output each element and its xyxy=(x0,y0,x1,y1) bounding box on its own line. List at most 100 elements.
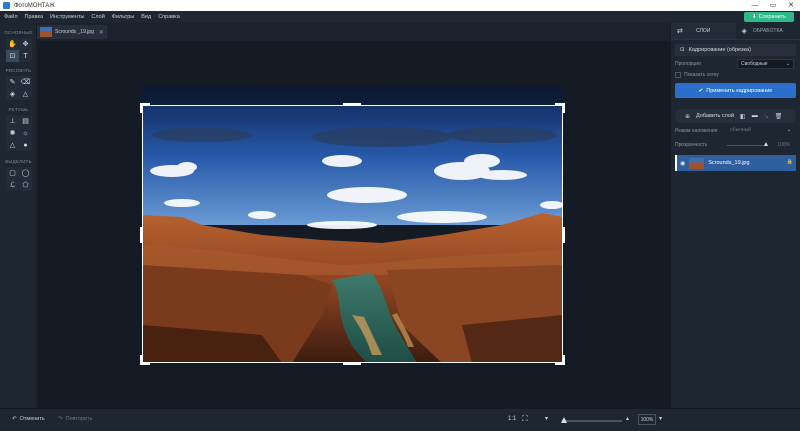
tool-group-basic: ✋ ✥ ⊡ T xyxy=(6,38,32,62)
menu-layer[interactable]: Слой xyxy=(91,14,104,20)
lock-icon[interactable]: 🔒 xyxy=(787,159,793,165)
proportions-value: Свободные xyxy=(741,61,768,67)
opacity-row: Прозрачность 100% xyxy=(675,140,796,150)
layers-tab-icon: ⇄ xyxy=(677,28,683,35)
processing-tab-icon: ◈ xyxy=(741,28,747,35)
gradient-tool-icon[interactable]: △ xyxy=(19,88,32,100)
left-toolbar: ОСНОВНЫЕ ✋ ✥ ⊡ T РИСОВАТЬ ✎ ⌫ ◈ △ РЕТУШЬ… xyxy=(0,23,37,408)
layer-thumbnail xyxy=(689,157,705,169)
tool-group-select: ▢ ◯ ℒ ⬠ xyxy=(6,167,32,191)
opacity-slider-track[interactable] xyxy=(727,145,767,146)
document-tabs: Scrounds _19.jpg ✕ xyxy=(37,23,670,41)
crop-handle-top-right-v[interactable] xyxy=(562,103,565,113)
add-layer-label[interactable]: Добавить слой xyxy=(696,113,734,119)
duplicate-layer-icon[interactable]: ◧ xyxy=(740,113,746,120)
zoom-out-icon[interactable]: ▾ xyxy=(545,415,548,422)
delete-layer-icon[interactable]: 🗑 xyxy=(775,113,783,120)
blend-mode-label: Режим наложения xyxy=(675,128,718,134)
polygon-lasso-icon[interactable]: ⬠ xyxy=(19,179,32,191)
window-controls: — ▭ ✕ xyxy=(746,0,800,11)
redo-icon: ↷ xyxy=(58,416,63,422)
blend-mode-select[interactable]: обычный ⌄ xyxy=(727,126,794,136)
canvas-area[interactable] xyxy=(38,41,670,408)
document-tab[interactable]: Scrounds _19.jpg ✕ xyxy=(37,25,107,39)
patch-tool-icon[interactable]: ▤ xyxy=(19,115,32,127)
proportions-select[interactable]: Свободные ⌄ xyxy=(737,59,794,69)
tab-layers[interactable]: ⇄ СЛОИ xyxy=(671,23,736,39)
lasso-select-icon[interactable]: ℒ xyxy=(6,179,19,191)
ellipse-select-icon[interactable]: ◯ xyxy=(19,167,32,179)
save-label: Сохранить xyxy=(758,14,786,20)
crop-section-title: Кадрирование (обрезка) xyxy=(688,47,751,53)
zoom-dropdown-icon[interactable]: ▾ xyxy=(659,415,662,422)
zoom-slider-knob[interactable] xyxy=(560,417,567,423)
lighten-tool-icon[interactable]: ✺ xyxy=(6,127,19,139)
menu-help[interactable]: Справка xyxy=(158,14,180,20)
apply-crop-button[interactable]: ✔ Применить кадрирование xyxy=(675,83,796,98)
actual-size-button[interactable]: 1:1 xyxy=(508,416,516,422)
menu-filters[interactable]: Фильтры xyxy=(112,14,134,20)
zoom-slider-track[interactable] xyxy=(562,420,622,422)
chevron-down-icon: ⌄ xyxy=(785,61,790,67)
crop-handle-top-left-v[interactable] xyxy=(140,103,143,113)
crop-tool-icon[interactable]: ⊡ xyxy=(6,50,19,62)
redo-button[interactable]: ↷ Повторить xyxy=(58,416,92,422)
fill-tool-icon[interactable]: ◈ xyxy=(6,88,19,100)
crop-handle-top[interactable] xyxy=(343,103,361,106)
darken-tool-icon[interactable]: ☼ xyxy=(19,127,32,139)
tool-group-label-draw: РИСОВАТЬ xyxy=(5,68,32,73)
tool-group-label-retouch: РЕТУШЬ xyxy=(8,107,29,112)
tab-processing-label: ОБРАБОТКА xyxy=(752,28,783,34)
tool-group-draw: ✎ ⌫ ◈ △ xyxy=(6,76,32,100)
undo-button[interactable]: ↶ Отменить xyxy=(12,416,45,422)
show-grid-row[interactable]: Показать сетку xyxy=(675,72,796,78)
fit-screen-icon[interactable]: ⛶ xyxy=(522,414,528,424)
menu-view[interactable]: Вид xyxy=(141,14,151,20)
canyon-photo[interactable] xyxy=(142,85,563,363)
menu-file[interactable]: Файл xyxy=(4,14,18,20)
crop-handle-right[interactable] xyxy=(562,227,565,243)
right-panel-tabs: ⇄ СЛОИ ◈ ОБРАБОТКА xyxy=(671,23,800,40)
brush-tool-icon[interactable]: ✎ xyxy=(6,76,19,88)
rect-select-icon[interactable]: ▢ xyxy=(6,167,19,179)
blur-tool-icon[interactable]: ● xyxy=(19,139,32,151)
zoom-value-field[interactable]: 100% xyxy=(638,414,656,425)
crop-handle-bottom[interactable] xyxy=(343,362,361,365)
text-tool-icon[interactable]: T xyxy=(19,50,32,62)
proportions-label: Пропорции xyxy=(675,61,701,67)
title-bar: ФотоМОНТАЖ — ▭ ✕ xyxy=(0,0,800,11)
show-grid-checkbox[interactable] xyxy=(675,72,681,78)
minimize-button[interactable]: — xyxy=(746,0,764,11)
save-icon: ⬇ xyxy=(752,14,757,20)
merge-layer-icon[interactable]: ↘ xyxy=(764,113,769,120)
crop-handle-bottom-left-v[interactable] xyxy=(140,355,143,365)
sharpen-tool-icon[interactable]: △ xyxy=(6,139,19,151)
blend-mode-row: Режим наложения обычный ⌄ xyxy=(675,126,796,137)
tool-group-label-basic: ОСНОВНЫЕ xyxy=(4,30,33,35)
add-layer-icon[interactable]: ⊕ xyxy=(685,113,690,120)
stamp-tool-icon[interactable]: ⊥ xyxy=(6,115,19,127)
tab-processing[interactable]: ◈ ОБРАБОТКА xyxy=(736,23,800,39)
move-tool-icon[interactable]: ✥ xyxy=(19,38,32,50)
tab-layers-label: СЛОИ xyxy=(696,28,711,34)
crop-handle-left[interactable] xyxy=(140,227,143,243)
folder-icon[interactable]: ▬ xyxy=(752,113,758,119)
apply-crop-label: Применить кадрирование xyxy=(706,87,773,94)
opacity-value: 100% xyxy=(777,142,790,148)
menu-tools[interactable]: Инструменты xyxy=(50,14,84,20)
eraser-tool-icon[interactable]: ⌫ xyxy=(19,76,32,88)
close-window-button[interactable]: ✕ xyxy=(782,0,800,11)
opacity-slider-knob[interactable] xyxy=(764,142,768,146)
undo-label: Отменить xyxy=(19,416,45,422)
eye-icon[interactable]: ◉ xyxy=(680,160,685,167)
menu-edit[interactable]: Правка xyxy=(25,14,44,20)
show-grid-label: Показать сетку xyxy=(684,72,719,78)
crop-handle-bottom-right-v[interactable] xyxy=(562,355,565,365)
maximize-button[interactable]: ▭ xyxy=(764,0,782,11)
close-tab-icon[interactable]: ✕ xyxy=(99,29,104,36)
layer-item[interactable]: ◉ Scrounds_19.jpg 🔒 xyxy=(675,155,796,171)
save-button[interactable]: ⬇ Сохранить xyxy=(744,12,794,22)
hand-tool-icon[interactable]: ✋ xyxy=(6,38,19,50)
zoom-in-icon[interactable]: ▴ xyxy=(626,415,629,422)
layer-toolbar: ⊕ Добавить слой ◧ ▬ ↘ 🗑 xyxy=(675,109,796,123)
